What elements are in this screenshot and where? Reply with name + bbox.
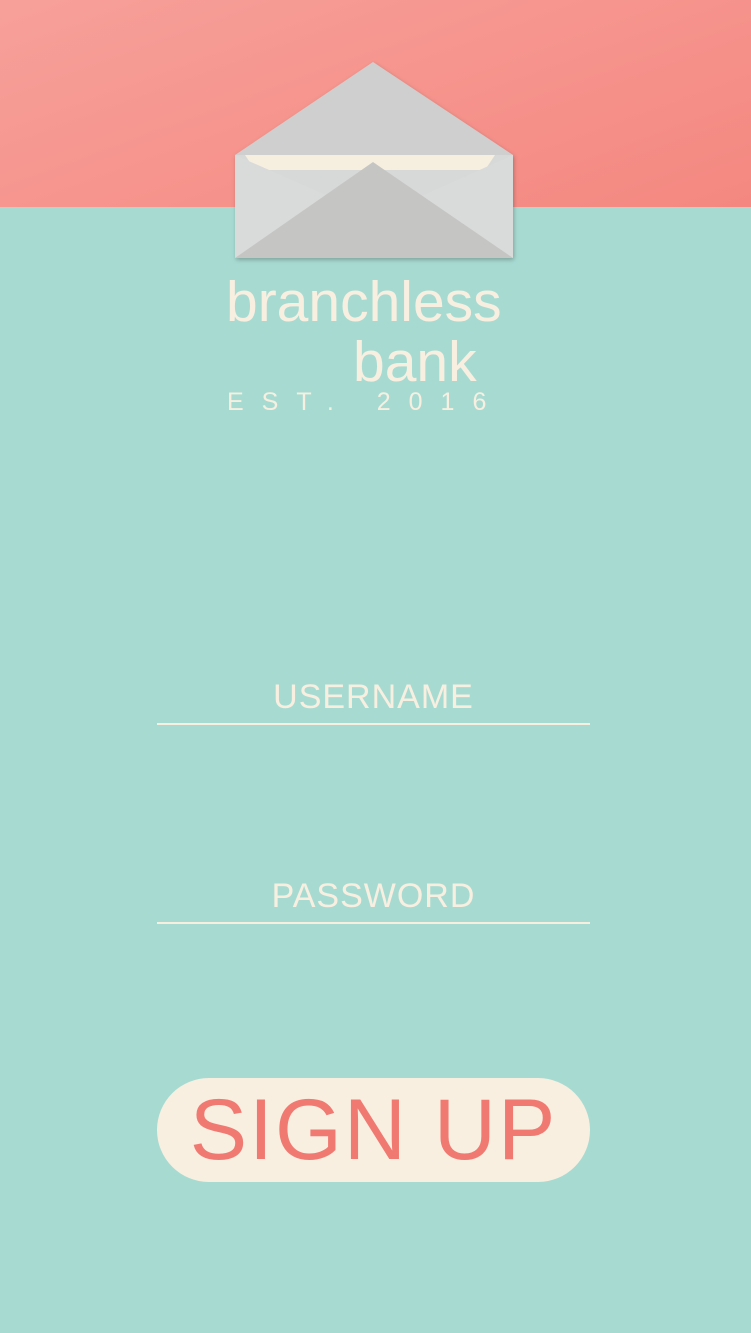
brand-established: EST. 2016 [227,388,505,416]
password-label: PASSWORD [271,877,476,915]
signup-button[interactable]: SIGN UP [157,1078,590,1182]
brand-name-line1: branchless [226,270,502,334]
username-label: USERNAME [273,678,474,716]
brand-name-line2: bank [353,330,477,394]
password-field[interactable]: PASSWORD [157,870,590,924]
signup-label: SIGN UP [189,1082,558,1178]
envelope-icon [235,62,513,258]
username-field[interactable]: USERNAME [157,671,590,725]
